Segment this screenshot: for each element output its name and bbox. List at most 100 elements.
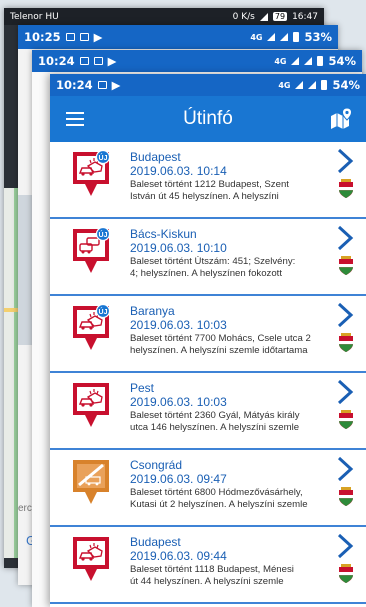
- incident-description: Baleset történt Útszám: 451; Szelvény: 4;…: [130, 256, 335, 280]
- network-type: 4G: [250, 32, 263, 42]
- incident-description: Baleset történt 7700 Mohács, Csele utca …: [130, 333, 335, 357]
- app-bar: Útinfó: [50, 96, 366, 142]
- status-bar: 10:24 ▶ 4G 54%: [50, 74, 366, 96]
- chevron-right-icon[interactable]: [336, 225, 354, 251]
- incident-datetime: 2019.06.03. 09:44: [130, 549, 227, 563]
- description-line-2: utca 146 helyszínen. A helyszíni szemle: [130, 422, 300, 433]
- incident-datetime: 2019.06.03. 09:47: [130, 472, 227, 486]
- description-line-1: Baleset történt 6800 Hódmezővásárhely,: [130, 487, 303, 498]
- mail-icon: [79, 33, 89, 41]
- net-speed: 0 K/s: [232, 11, 255, 22]
- description-line-1: Baleset történt 7700 Mohács, Csele utca …: [130, 333, 311, 344]
- incident-datetime: 2019.06.03. 10:03: [130, 395, 227, 409]
- status-bar: Telenor HU 0 K/s 79 16:47: [4, 8, 324, 25]
- description-line-2: helyszínen. A helyszíni szemle időtartam…: [130, 345, 308, 356]
- accident-icon: [73, 383, 109, 427]
- clock: 16:47: [292, 11, 318, 22]
- description-line-1: Baleset történt 2360 Gyál, Mátyás király: [130, 410, 300, 421]
- accident-icon: ÚJ: [73, 305, 110, 350]
- flag-icon: ▶: [107, 54, 117, 68]
- hungary-crest-icon: [339, 564, 353, 583]
- description-line-2: 4; helyszínen. A helyszínen fokozott: [130, 268, 282, 279]
- new-badge-text: ÚJ: [99, 230, 108, 239]
- battery-icon: [317, 56, 324, 66]
- status-bar: 10:24 ▶ 4G 54%: [32, 50, 362, 72]
- chevron-right-icon[interactable]: [336, 456, 354, 482]
- new-badge: ÚJ: [95, 305, 110, 319]
- description-line-1: Baleset történt 1212 Budapest, Szent: [130, 179, 289, 190]
- incident-region: Bács-Kiskun: [130, 227, 197, 241]
- signal-icon: [295, 81, 304, 89]
- chevron-right-icon[interactable]: [336, 379, 354, 405]
- new-badge-text: ÚJ: [99, 153, 108, 162]
- incident-row-6[interactable]: Budapest 2019.06.03. 09:44 Baleset törté…: [50, 527, 366, 604]
- new-badge: ÚJ: [95, 151, 110, 165]
- hungary-crest-icon: [339, 179, 353, 198]
- hungary-crest-icon: [339, 487, 353, 506]
- description-line-2: István út 45 helyszínen. A helyszíni: [130, 191, 279, 202]
- incident-datetime: 2019.06.03. 10:10: [130, 241, 227, 255]
- hungary-crest-icon: [339, 410, 353, 429]
- mail-icon: [97, 81, 107, 89]
- signal-icon: [259, 12, 268, 21]
- battery-icon: [321, 80, 328, 90]
- incident-row-5[interactable]: Csongrád 2019.06.03. 09:47 Baleset törté…: [50, 450, 366, 527]
- main-screen: 10:24 ▶ 4G 54% Útinfó ÚJ Budapest 2019.0…: [50, 74, 366, 607]
- incident-region: Baranya: [130, 304, 175, 318]
- incident-description: Baleset történt 6800 Hódmezővásárhely, Ku…: [130, 487, 335, 511]
- incident-datetime: 2019.06.03. 10:03: [130, 318, 227, 332]
- incident-region: Csongrád: [130, 458, 183, 472]
- signal-icon-2: [308, 81, 317, 89]
- description-line-2: Kutasi út 2 helyszínen. A helyszíni szem…: [130, 499, 308, 510]
- incident-description: Baleset történt 1212 Budapest, Szent Istv…: [130, 179, 335, 203]
- hungary-crest-icon: [339, 333, 353, 352]
- incident-description: Baleset történt 1118 Budapest, Ménesi út …: [130, 564, 335, 588]
- signal-icon: [267, 33, 276, 41]
- incident-list: ÚJ Budapest 2019.06.03. 10:14 Baleset tö…: [50, 142, 366, 604]
- signal-icon-2: [280, 33, 289, 41]
- image-icon: [79, 57, 89, 65]
- incident-description: Baleset történt 2360 Gyál, Mátyás király…: [130, 410, 335, 434]
- description-line-2: út 44 helyszínen. A helyszíni szemle: [130, 576, 284, 587]
- image-icon: [65, 33, 75, 41]
- incident-region: Budapest: [130, 535, 181, 549]
- accident-icon: [73, 537, 109, 581]
- carrier-label: Telenor HU: [10, 11, 59, 22]
- signal-icon: [291, 57, 300, 65]
- incident-row-3[interactable]: ÚJ Baranya 2019.06.03. 10:03 Baleset tör…: [50, 296, 366, 373]
- chevron-right-icon[interactable]: [336, 302, 354, 328]
- map-location-icon[interactable]: [330, 108, 354, 130]
- battery-level: 53%: [304, 30, 332, 44]
- new-badge-text: ÚJ: [99, 307, 108, 316]
- battery-level: 54%: [332, 78, 360, 92]
- flag-icon: ▶: [93, 30, 103, 44]
- incident-row-4[interactable]: Pest 2019.06.03. 10:03 Baleset történt 2…: [50, 373, 366, 450]
- status-bar: 10:25 ▶ 4G 53%: [18, 25, 338, 49]
- signal-icon-2: [304, 57, 313, 65]
- incident-row-2[interactable]: ÚJ Bács-Kiskun 2019.06.03. 10:10 Baleset…: [50, 219, 366, 296]
- description-line-1: Baleset történt 1118 Budapest, Ménesi: [130, 564, 294, 575]
- hamburger-menu-icon[interactable]: [66, 112, 84, 126]
- incident-row-1[interactable]: ÚJ Budapest 2019.06.03. 10:14 Baleset tö…: [50, 142, 366, 219]
- page-title: Útinfó: [183, 108, 233, 129]
- incident-region: Pest: [130, 381, 155, 395]
- incident-datetime: 2019.06.03. 10:14: [130, 164, 227, 178]
- hungary-crest-icon: [339, 256, 353, 275]
- incident-region: Budapest: [130, 150, 181, 164]
- traffic-jam-icon: ÚJ: [73, 228, 110, 273]
- network-type: 4G: [278, 80, 291, 90]
- network-type: 4G: [274, 56, 287, 66]
- clock: 10:24: [56, 78, 93, 92]
- battery-icon: [293, 32, 300, 42]
- mail-icon: [93, 57, 103, 65]
- description-line-1: Baleset történt Útszám: 451; Szelvény:: [130, 256, 296, 267]
- chevron-right-icon[interactable]: [336, 533, 354, 559]
- battery-level: 54%: [328, 54, 356, 68]
- battery-level: 79: [272, 12, 288, 21]
- flag-icon: ▶: [111, 78, 121, 92]
- clock: 10:25: [24, 30, 61, 44]
- roadwork-icon: [73, 460, 109, 504]
- chevron-right-icon[interactable]: [336, 148, 354, 174]
- new-badge: ÚJ: [95, 228, 110, 242]
- accident-icon: ÚJ: [73, 151, 110, 196]
